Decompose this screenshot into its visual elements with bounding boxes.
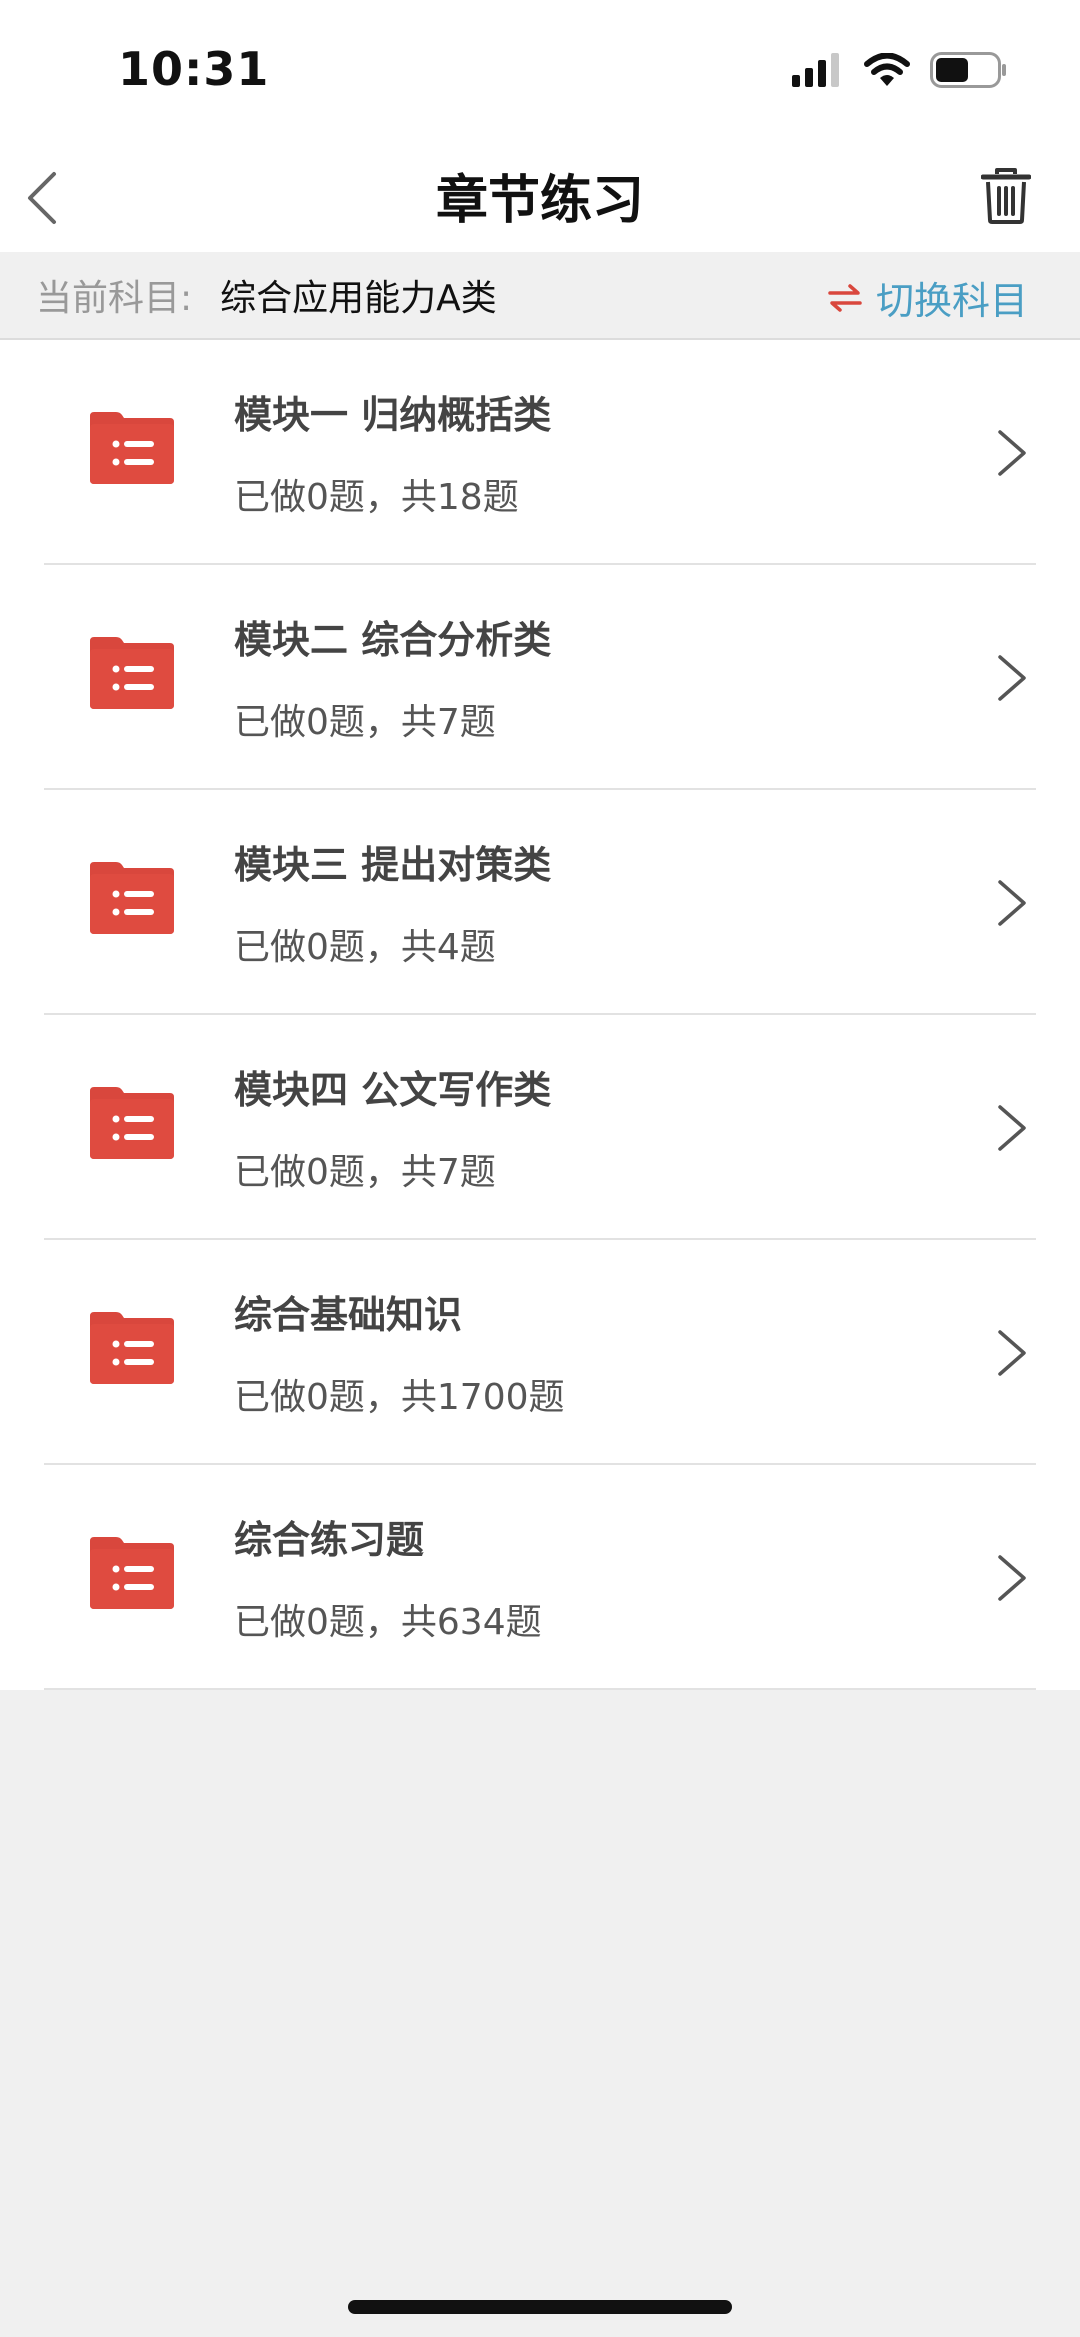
chevron-right-icon [998,1555,1026,1601]
switch-subject-label: 切换科目 [875,279,1028,323]
chevron-right-icon [998,1330,1026,1376]
item-title: 模块四 公文写作类 [234,1068,552,1112]
chevron-right-icon [998,1105,1026,1151]
nav-bar: 章节练习 [0,140,1080,252]
subject-bar: 当前科目: 综合应用能力A类 切换科目 [0,252,1080,340]
status-bar: 10:31 [0,0,1080,140]
item-progress: 已做0题，共7题 [234,1152,496,1193]
folder-list-icon [90,637,174,709]
folder-list-icon [90,412,174,484]
wifi-icon [864,53,910,86]
item-title: 模块二 综合分析类 [234,618,552,662]
item-title: 综合基础知识 [234,1293,463,1337]
list-item[interactable]: 模块四 公文写作类 已做0题，共7题 [0,1015,1080,1240]
chevron-right-icon [998,880,1026,926]
item-progress: 已做0题，共1700题 [234,1377,565,1418]
item-title: 综合练习题 [234,1518,425,1562]
folder-list-icon [90,1087,174,1159]
status-icons [792,52,1008,88]
folder-list-icon [90,1312,174,1384]
item-progress: 已做0题，共7题 [234,702,496,743]
folder-list-icon [90,862,174,934]
current-subject-value: 综合应用能力A类 [220,278,497,319]
battery-icon [930,52,1006,88]
item-progress: 已做0题，共634题 [234,1602,542,1643]
chevron-right-icon [998,430,1026,476]
list-item[interactable]: 模块一 归纳概括类 已做0题，共18题 [0,340,1080,565]
home-indicator[interactable] [348,2300,732,2314]
swap-arrows-icon [828,283,862,312]
list-item[interactable]: 综合基础知识 已做0题，共1700题 [0,1240,1080,1465]
folder-list-icon [90,1537,174,1609]
item-progress: 已做0题，共18题 [234,477,519,518]
item-progress: 已做0题，共4题 [234,927,496,968]
page-title: 章节练习 [435,171,644,231]
item-title: 模块一 归纳概括类 [234,393,552,437]
chapter-list: 模块一 归纳概括类 已做0题，共18题 模块二 综合分析类 已做0题，共7题 模… [0,340,1080,1690]
header: 10:31 章节练习 [0,0,1080,252]
status-time: 10:31 [118,42,270,96]
chevron-right-icon [998,655,1026,701]
delete-button[interactable] [974,164,1038,228]
trash-icon [981,168,1031,224]
cellular-signal-icon [792,53,839,87]
item-title: 模块三 提出对策类 [234,843,552,887]
list-item[interactable]: 模块二 综合分析类 已做0题，共7题 [0,565,1080,790]
list-item[interactable]: 模块三 提出对策类 已做0题，共4题 [0,790,1080,1015]
list-item[interactable]: 综合练习题 已做0题，共634题 [0,1465,1080,1690]
switch-subject-button[interactable]: 切换科目 [828,270,1028,325]
current-subject-label: 当前科目: [36,278,193,319]
